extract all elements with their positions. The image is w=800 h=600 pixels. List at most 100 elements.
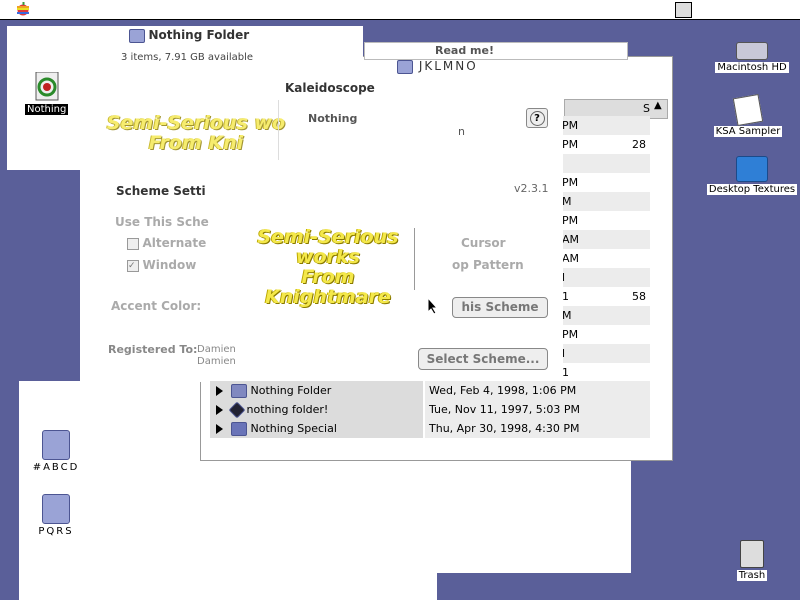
list-item-name: Nothing Folder (250, 384, 332, 397)
time-text: 1 (562, 366, 569, 379)
alternate-checkbox[interactable]: Alternate (127, 236, 206, 250)
registered-name-1: Damien (197, 344, 236, 355)
time-cell: AM (560, 249, 650, 268)
list-item-name: nothing folder! (246, 403, 329, 416)
splash-faded-line-2: From Kni (148, 131, 244, 154)
abcd-label: #ABCD (30, 462, 82, 473)
list-item-name: Nothing Special (250, 422, 337, 435)
trash-can-icon (740, 540, 764, 568)
windows-label: Window (142, 258, 197, 272)
time-cell: PM (560, 325, 650, 344)
ksa-sampler-label: KSA Sampler (713, 126, 783, 137)
list-item[interactable]: Nothing Folder Wed, Feb 4, 1998, 1:06 PM (210, 381, 650, 400)
diamond-folder-icon (228, 401, 246, 419)
apple-menu-icon[interactable] (16, 2, 30, 20)
time-text: M (562, 195, 572, 208)
splash-line-1: Semi-Serious works (257, 226, 399, 268)
time-cell: PM (560, 211, 650, 230)
time-text: PM (562, 138, 579, 151)
splash-border (414, 228, 415, 290)
time-cell: PM (560, 116, 650, 135)
splash-text-faded: Semi-Serious wo From Kni (106, 112, 286, 154)
splash-line-2: From Knightmare (265, 265, 391, 308)
folder-icon (397, 59, 413, 74)
kaleidoscope-tab[interactable]: Nothing (308, 112, 357, 125)
macintosh-hd-icon[interactable]: Macintosh HD (712, 42, 792, 73)
splash-text: Semi-Serious works From Knightmare (238, 226, 418, 308)
nothing-file-icon[interactable]: Nothing (25, 71, 69, 115)
time-text: PM (562, 119, 579, 132)
help-icon: ? (529, 111, 545, 126)
fragment-text: n (458, 125, 465, 138)
folder-icon (42, 494, 70, 524)
version-label: v2.3.1 (514, 182, 549, 195)
trash-label: Trash (736, 570, 768, 581)
time-cell: 1 58 (560, 287, 650, 306)
registered-name-2: Damien (197, 356, 236, 367)
list-item[interactable]: Nothing Special Thu, Apr 30, 1998, 4:30 … (210, 419, 650, 438)
time-cell: l (560, 268, 650, 287)
abcd-folder-icon[interactable]: #ABCD (26, 430, 86, 473)
pqrs-folder-icon[interactable]: PQRS (26, 494, 86, 537)
windows-checkbox[interactable]: ✓ Window (127, 258, 196, 272)
spiral-icon (34, 71, 60, 102)
disclosure-triangle-icon[interactable] (216, 405, 223, 415)
folder-info: 3 items, 7.91 GB available (121, 52, 254, 63)
desktop-textures-label: Desktop Textures (706, 184, 798, 195)
splash-faded-line-1: Semi-Serious wo (106, 112, 286, 134)
time-text: AM (562, 233, 580, 246)
accent-color-label: Accent Color: (111, 299, 202, 313)
time-text: PM (562, 328, 579, 341)
list-item-date: Thu, Apr 30, 1998, 4:30 PM (425, 419, 650, 438)
special-folder-icon (231, 422, 247, 436)
time-cell (560, 154, 650, 173)
time-cell: AM (560, 230, 650, 249)
folder-icon (231, 384, 247, 398)
nothing-folder-title: Nothing Folder (129, 28, 249, 43)
ksa-sampler-icon[interactable]: KSA Sampler (708, 93, 788, 137)
jklmno-list: Nothing Folder Wed, Feb 4, 1998, 1:06 PM… (210, 381, 650, 438)
kaleidoscope-title: Kaleidoscope (285, 81, 375, 95)
size-text: 28 (632, 138, 646, 151)
splash-divider (278, 100, 279, 160)
time-cell: M (560, 192, 650, 211)
scheme-settings-label: Scheme Setti (116, 184, 206, 198)
size-column-header[interactable]: S (643, 102, 650, 115)
size-text: 58 (632, 290, 646, 303)
disclosure-triangle-icon[interactable] (216, 386, 223, 396)
pqrs-label: PQRS (36, 526, 76, 537)
trash-icon[interactable]: Trash (732, 540, 772, 581)
time-cell: l (560, 344, 650, 363)
sort-direction-icon[interactable]: ▲ (654, 100, 662, 111)
application-switcher-icon[interactable] (675, 2, 692, 18)
time-text: AM (562, 252, 580, 265)
folder-icon (42, 430, 70, 460)
pattern-label: op Pattern (452, 258, 524, 272)
time-cell: 1 (560, 363, 650, 382)
list-item[interactable]: nothing folder! Tue, Nov 11, 1997, 5:03 … (210, 400, 650, 419)
list-item-date: Wed, Feb 4, 1998, 1:06 PM (425, 381, 650, 400)
time-text: PM (562, 214, 579, 227)
readme-title: Read me! (435, 44, 494, 57)
disclosure-triangle-icon[interactable] (216, 424, 223, 434)
mouse-pointer-icon (427, 296, 439, 318)
time-cell: PM 28 (560, 135, 650, 154)
help-button[interactable]: ? (526, 108, 548, 128)
cursor-label: Cursor (461, 236, 506, 250)
jklmno-times-column: PM PM 28 PM M PM AM AM l 1 58 M PM l 1 (560, 116, 650, 382)
list-item-date: Tue, Nov 11, 1997, 5:03 PM (425, 400, 650, 419)
select-scheme-button[interactable]: Select Scheme... (418, 348, 548, 370)
time-text: PM (562, 176, 579, 189)
time-text: M (562, 309, 572, 322)
time-text: 1 (562, 290, 569, 303)
document-icon (732, 93, 764, 127)
registered-to-label: Registered To: (108, 343, 198, 356)
folder-icon (736, 156, 768, 182)
desktop-textures-icon[interactable]: Desktop Textures (706, 156, 798, 195)
folder-icon (129, 29, 145, 43)
use-this-scheme-button[interactable]: his Scheme (452, 297, 548, 318)
use-this-scheme-label: Use This Sche (115, 215, 209, 229)
time-cell: M (560, 306, 650, 325)
alternate-label: Alternate (142, 236, 207, 250)
jklmno-title: JKLMNO (397, 59, 478, 74)
